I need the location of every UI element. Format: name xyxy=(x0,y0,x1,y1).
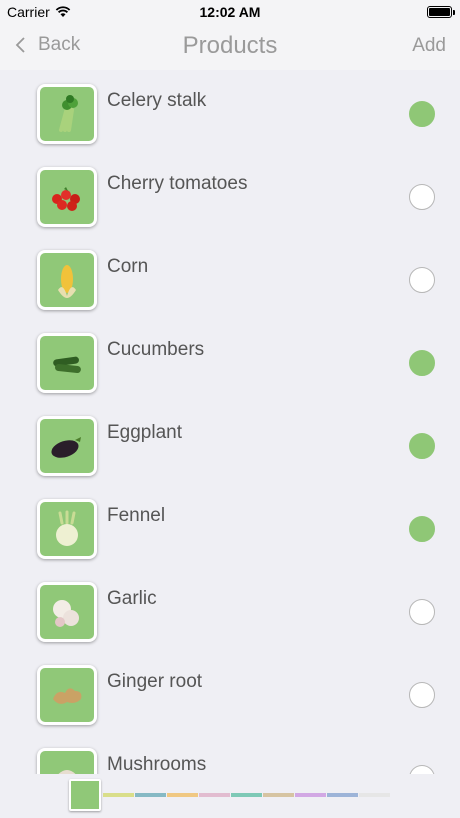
list-item-cherry-tomatoes[interactable]: Cherry tomatoes xyxy=(0,153,460,236)
product-thumbnail xyxy=(37,416,97,476)
selection-checkbox[interactable] xyxy=(409,101,435,127)
product-name: Celery stalk xyxy=(107,90,207,111)
status-time: 12:02 AM xyxy=(199,4,261,20)
list-item-fennel[interactable]: Fennel xyxy=(0,485,460,568)
fennel-icon xyxy=(56,510,78,546)
battery-icon xyxy=(427,6,455,18)
product-thumbnail xyxy=(37,84,97,144)
product-name: Garlic xyxy=(107,588,157,609)
selection-checkbox[interactable] xyxy=(409,765,435,774)
selection-checkbox[interactable] xyxy=(409,682,435,708)
selected-color-swatch[interactable] xyxy=(69,779,101,811)
ginger-icon xyxy=(53,688,82,704)
color-swatch[interactable] xyxy=(103,793,134,797)
color-category-bar xyxy=(0,774,460,818)
selection-checkbox[interactable] xyxy=(409,599,435,625)
color-swatch[interactable] xyxy=(167,793,198,797)
cherry-tomatoes-icon xyxy=(52,187,80,211)
color-swatch[interactable] xyxy=(295,793,326,797)
eggplant-icon xyxy=(51,437,81,458)
corn-icon xyxy=(58,265,76,298)
product-list[interactable]: Celery stalk Cherry tomatoes Corn Cucumb… xyxy=(0,70,460,774)
product-name: Fennel xyxy=(107,505,166,526)
selection-checkbox[interactable] xyxy=(409,350,435,376)
list-item-celery[interactable]: Celery stalk xyxy=(0,70,460,153)
product-name: Mushrooms xyxy=(107,754,207,774)
selection-checkbox[interactable] xyxy=(409,433,435,459)
list-item-mushrooms[interactable]: Mushrooms xyxy=(0,734,460,774)
status-bar: Carrier 12:02 AM xyxy=(0,0,460,24)
celery-icon xyxy=(59,95,78,132)
selection-checkbox[interactable] xyxy=(409,184,435,210)
color-swatch[interactable] xyxy=(231,793,262,797)
product-name: Ginger root xyxy=(107,671,203,692)
color-swatch[interactable] xyxy=(199,793,230,797)
product-thumbnail xyxy=(37,582,97,642)
product-name: Cherry tomatoes xyxy=(107,173,248,194)
product-thumbnail xyxy=(37,250,97,310)
list-item-cucumbers[interactable]: Cucumbers xyxy=(0,319,460,402)
product-thumbnail xyxy=(37,499,97,559)
product-thumbnail xyxy=(37,748,97,774)
product-name: Cucumbers xyxy=(107,339,205,360)
color-swatch[interactable] xyxy=(327,793,358,797)
mushroom-icon xyxy=(58,770,76,774)
list-item-eggplant[interactable]: Eggplant xyxy=(0,402,460,485)
product-thumbnail xyxy=(37,167,97,227)
garlic-icon xyxy=(53,600,79,627)
list-item-corn[interactable]: Corn xyxy=(0,236,460,319)
color-swatch[interactable] xyxy=(359,793,390,797)
navigation-bar: Back Products Add xyxy=(0,24,460,70)
list-item-garlic[interactable]: Garlic xyxy=(0,568,460,651)
color-swatch[interactable] xyxy=(263,793,294,797)
product-name: Eggplant xyxy=(107,422,183,443)
cucumbers-icon xyxy=(53,356,81,373)
page-title: Products xyxy=(182,32,278,59)
product-thumbnail xyxy=(37,333,97,393)
selection-checkbox[interactable] xyxy=(409,267,435,293)
product-thumbnail xyxy=(37,665,97,725)
add-button[interactable]: Add xyxy=(412,35,446,57)
color-swatch[interactable] xyxy=(135,793,166,797)
product-name: Corn xyxy=(107,256,149,277)
list-item-ginger[interactable]: Ginger root xyxy=(0,651,460,734)
selection-checkbox[interactable] xyxy=(409,516,435,542)
